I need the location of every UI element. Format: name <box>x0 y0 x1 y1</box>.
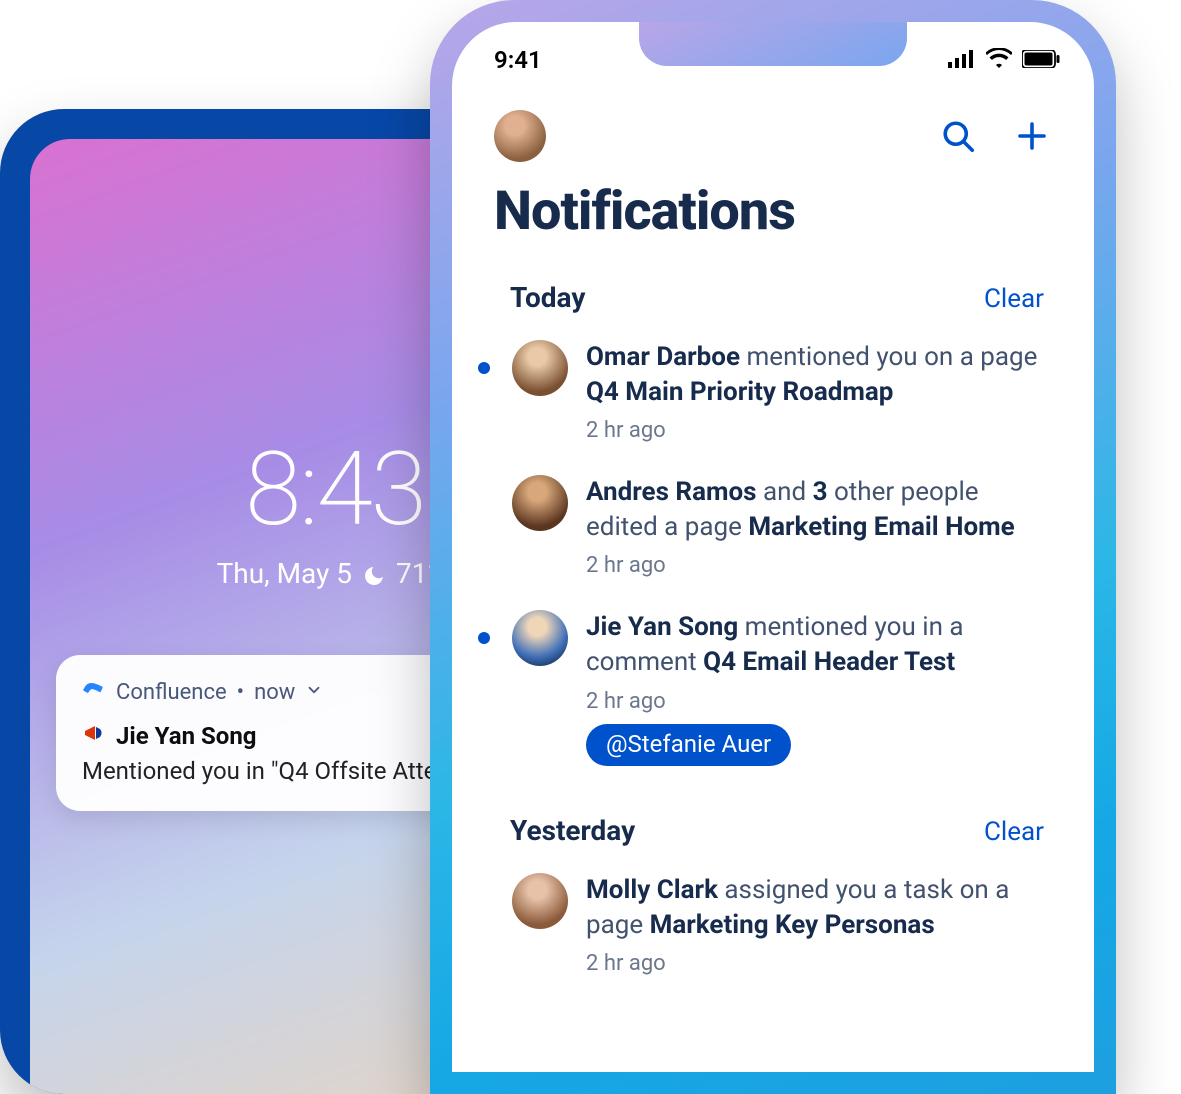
current-user-avatar[interactable] <box>494 110 546 162</box>
push-when: now <box>254 680 295 705</box>
unread-dot-icon <box>478 632 490 644</box>
moon-icon <box>362 562 386 586</box>
avatar[interactable] <box>512 873 568 929</box>
mention-chip[interactable]: @Stefanie Auer <box>586 724 791 766</box>
notification-text: Andres Ramos and 3 other people edited a… <box>586 475 1054 545</box>
notification-item[interactable]: Jie Yan Song mentioned you in a comment … <box>474 594 1054 781</box>
section-header-today: Today Clear <box>452 249 1094 324</box>
notification-text: Molly Clark assigned you a task on a pag… <box>586 873 1054 943</box>
iphone-notch <box>639 22 907 66</box>
app-header <box>452 82 1094 162</box>
push-sender: Jie Yan Song <box>116 722 257 750</box>
lockscreen-date: Thu, May 5 <box>217 557 352 590</box>
notification-text: Jie Yan Song mentioned you in a comment … <box>586 610 1054 680</box>
notification-text: Omar Darboe mentioned you on a page Q4 M… <box>586 340 1054 410</box>
create-button[interactable] <box>1012 116 1052 156</box>
iphone-frame: 9:41 Notifications <box>430 0 1116 1094</box>
section-title: Yesterday <box>510 814 635 847</box>
chevron-down-icon[interactable] <box>305 680 323 705</box>
yesterday-list: Molly Clark assigned you a task on a pag… <box>452 857 1094 992</box>
push-app-name: Confluence <box>116 680 227 705</box>
megaphone-icon <box>82 721 106 751</box>
unread-dot-icon <box>478 362 490 374</box>
battery-icon <box>1022 46 1060 74</box>
avatar[interactable] <box>512 340 568 396</box>
notification-item[interactable]: Andres Ramos and 3 other people edited a… <box>474 459 1054 594</box>
today-list: Omar Darboe mentioned you on a page Q4 M… <box>452 324 1094 782</box>
notification-item[interactable]: Omar Darboe mentioned you on a page Q4 M… <box>474 324 1054 459</box>
page-title: Notifications <box>452 162 1094 249</box>
cellular-icon <box>948 46 976 74</box>
notification-time: 2 hr ago <box>586 418 1054 443</box>
clear-yesterday-link[interactable]: Clear <box>984 817 1044 847</box>
confluence-icon <box>82 677 106 707</box>
avatar[interactable] <box>512 610 568 666</box>
notification-time: 2 hr ago <box>586 689 1054 714</box>
notification-time: 2 hr ago <box>586 951 1054 976</box>
section-title: Today <box>510 281 585 314</box>
notification-item[interactable]: Molly Clark assigned you a task on a pag… <box>474 857 1054 992</box>
clear-today-link[interactable]: Clear <box>984 284 1044 314</box>
section-header-yesterday: Yesterday Clear <box>452 782 1094 857</box>
status-time: 9:41 <box>494 46 542 74</box>
app-screen: 9:41 Notifications <box>452 22 1094 1072</box>
avatar[interactable] <box>512 475 568 531</box>
search-button[interactable] <box>938 116 978 156</box>
push-bullet: • <box>237 680 244 705</box>
wifi-icon <box>986 46 1012 74</box>
notification-time: 2 hr ago <box>586 553 1054 578</box>
